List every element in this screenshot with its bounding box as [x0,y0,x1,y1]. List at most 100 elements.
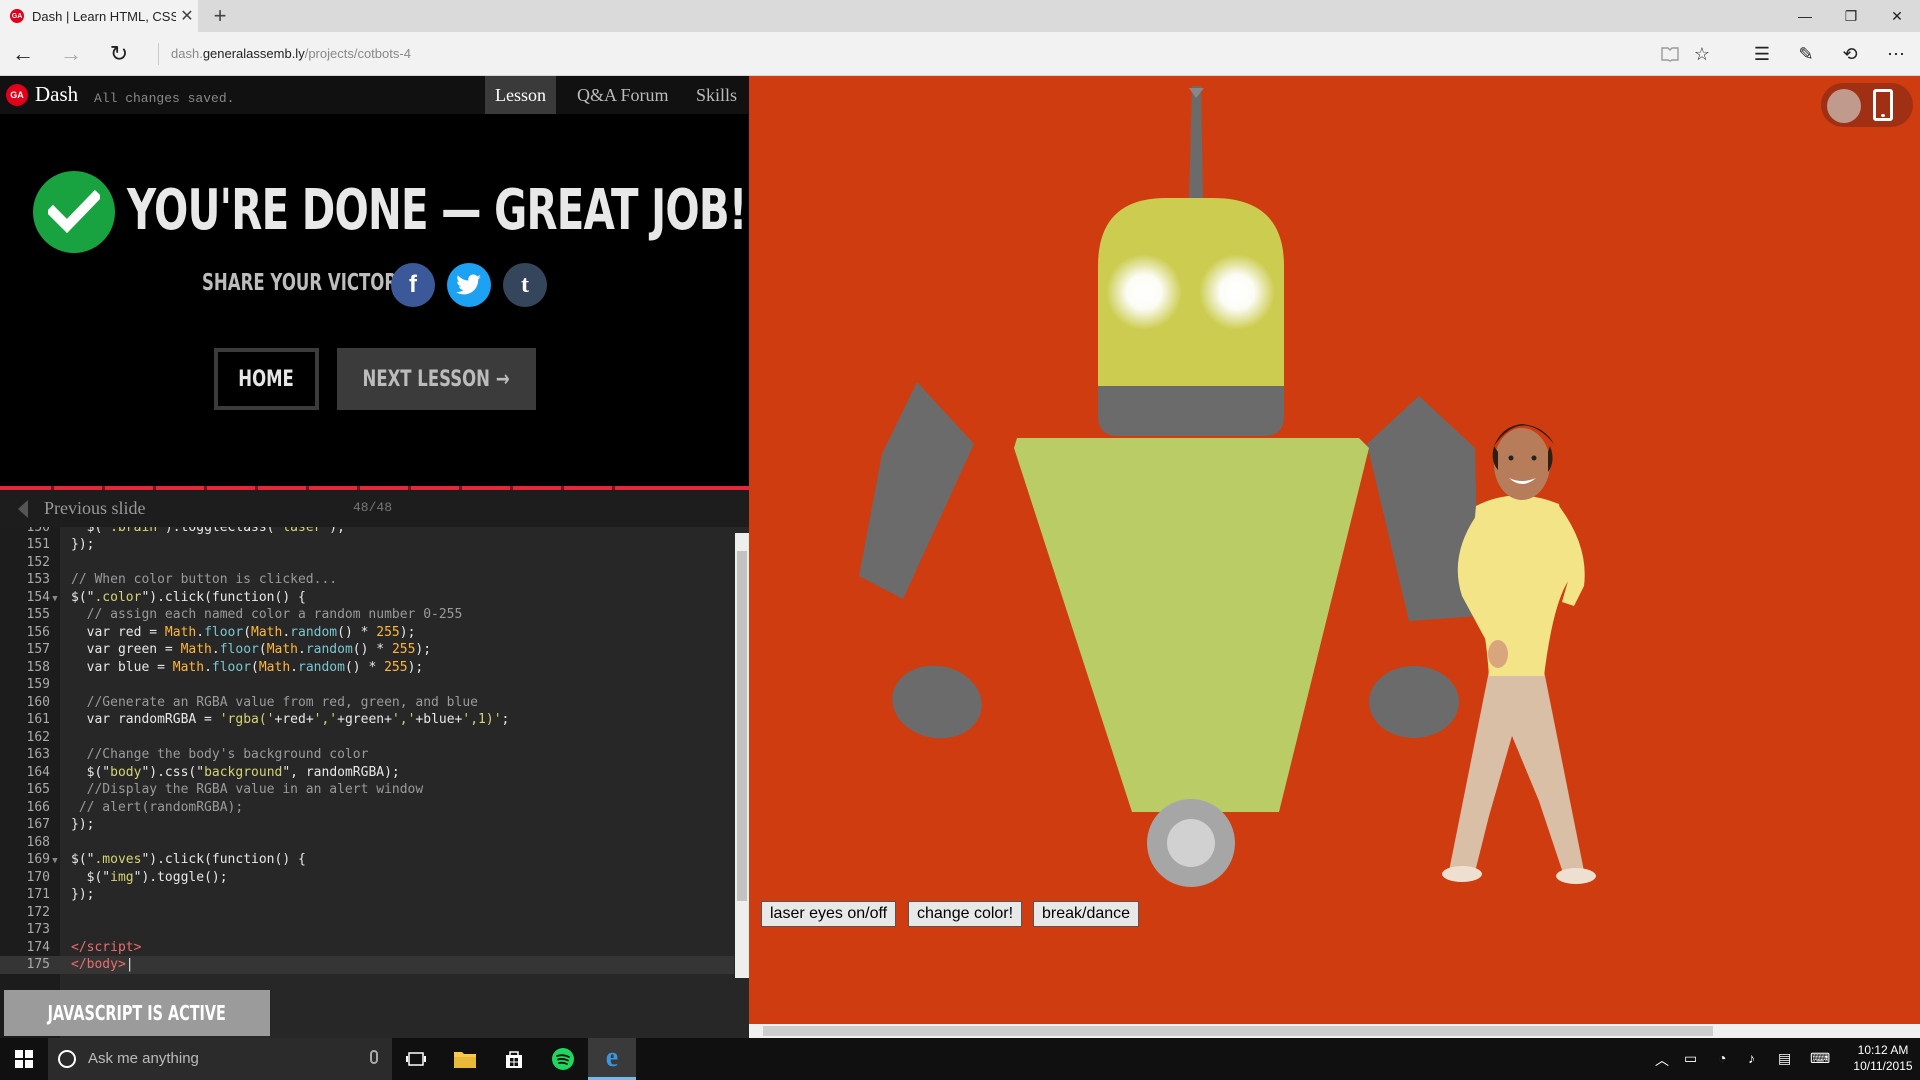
dash-header: GA Dash All changes saved. Lesson Q&A Fo… [0,76,749,114]
spotify-icon[interactable] [539,1038,587,1080]
tab-lesson[interactable]: Lesson [485,76,556,114]
code-line[interactable]: 152 [0,554,734,572]
home-button[interactable]: HOME [214,348,319,410]
next-lesson-button[interactable]: NEXT LESSON → [337,348,536,410]
code-line[interactable]: 164 $("body").css("background", randomRG… [0,764,734,782]
break-dance-button[interactable]: break/dance [1033,901,1140,927]
back-arrow-icon[interactable]: ← [8,40,38,68]
code-text: $("img").toggle(); [71,869,228,885]
share-label: SHARE YOUR VICTORY: [202,270,414,296]
code-line[interactable]: 169 ▼ $(".moves").click(function() { [0,851,734,869]
code-text: var randomRGBA = 'rgba('+red+','+green+'… [71,712,510,727]
code-line[interactable]: 161 var randomRGBA = 'rgba('+red+','+gre… [0,711,734,729]
new-tab-button[interactable]: + [206,2,234,30]
code-line[interactable]: 168 [0,834,734,852]
code-line[interactable]: 162 [0,729,734,747]
code-line[interactable]: 155 // assign each named color a random … [0,606,734,624]
code-line[interactable]: 154 ▼ $(".color").click(function() { [0,589,734,607]
code-line[interactable]: 170 $("img").toggle(); [0,869,734,887]
code-line[interactable]: 156 var red = Math.floor(Math.random() *… [0,624,734,642]
cortana-search-box[interactable]: Ask me anything [48,1038,392,1080]
laser-eyes-button[interactable]: laser eyes on/off [761,901,897,927]
code-text: //Generate an RGBA value from red, green… [86,694,478,710]
robot-illustration [859,86,1479,887]
start-windows-icon[interactable] [0,1038,48,1080]
code-text: // When color button is clicked... [71,572,338,587]
tab-skills[interactable]: Skills [686,76,747,114]
line-number: 157 [26,642,50,657]
code-line[interactable]: 163 //Change the body's background color [0,746,734,764]
app-name[interactable]: Dash [35,82,78,107]
change-color-button[interactable]: change color! [908,901,1023,927]
store-icon[interactable] [490,1038,538,1080]
code-line[interactable]: 173 [0,921,734,939]
task-view-icon[interactable] [392,1038,440,1080]
code-line[interactable]: 158 var blue = Math.floor(Math.random() … [0,659,734,677]
web-note-icon[interactable]: ✎ [1790,40,1822,68]
code-line[interactable]: 166 // alert(randomRGBA); [0,799,734,817]
clock-time: 10:12 AM [1857,1043,1909,1057]
code-line[interactable]: 159 [0,676,734,694]
microphone-icon[interactable] [370,1050,378,1064]
ga-logo[interactable]: GA [6,84,28,106]
previous-slide-link[interactable]: Previous slide [44,498,146,519]
action-center-icon[interactable]: ▤ [1778,1050,1791,1067]
save-status: All changes saved. [94,91,235,106]
code-line[interactable]: 172 [0,904,734,922]
favorite-star-icon[interactable]: ☆ [1686,40,1718,68]
code-text: var blue = Math.floor(Math.random() * 25… [71,659,424,675]
robot-body [1014,438,1369,812]
preview-scroll-thumb[interactable] [763,1026,1713,1036]
line-number: 164 [26,764,50,780]
editor-scroll-thumb[interactable] [737,551,747,901]
hub-icon[interactable]: ☰ [1746,40,1778,68]
code-line[interactable]: 157 var green = Math.floor(Math.random()… [0,641,734,659]
volume-icon[interactable]: ♪ [1748,1050,1755,1066]
more-menu-icon[interactable]: ⋯ [1880,40,1912,68]
file-explorer-icon[interactable] [441,1038,489,1080]
url-field[interactable]: dash.generalassemb.ly/projects/cotbots-4 [158,43,411,65]
facebook-share-icon[interactable]: f [391,263,435,307]
code-line[interactable]: 175 </body>| [0,956,734,974]
tumblr-share-icon[interactable]: t [503,263,547,307]
code-line[interactable]: 150 $(".brain").toggleClass("laser"); [0,527,734,536]
forward-arrow-icon[interactable]: → [56,40,86,68]
close-window-button[interactable]: ✕ [1874,0,1920,32]
javascript-active-badge[interactable]: JAVASCRIPT IS ACTIVE [4,990,270,1036]
show-hidden-icons[interactable]: ︿ [1655,1050,1669,1070]
checkmark-icon [33,171,115,253]
share-icon[interactable]: ⟲ [1834,40,1866,68]
restore-window-button[interactable]: ❐ [1828,0,1874,32]
preview-horizontal-scrollbar[interactable] [749,1024,1920,1038]
code-line[interactable]: 153 // When color button is clicked... [0,571,734,589]
tab-close-icon[interactable]: ✕ [176,6,198,26]
battery-icon[interactable]: ▭ [1684,1050,1697,1067]
line-number: 173 [26,922,50,937]
minimize-window-button[interactable]: — [1782,0,1828,32]
browser-tab[interactable]: GA Dash | Learn HTML, CSS ✕ [0,0,198,32]
system-clock[interactable]: 10:12 AM 10/11/2015 [1848,1042,1918,1074]
previous-arrow-icon[interactable] [18,500,28,518]
reading-view-icon[interactable] [1654,40,1686,68]
code-line[interactable]: 160 //Generate an RGBA value from red, g… [0,694,734,712]
code-editor[interactable]: 150 $(".brain").toggleClass("laser"); 151… [0,527,749,1056]
edge-browser-icon[interactable]: e [588,1038,636,1080]
next-lesson-label: NEXT LESSON → [362,366,511,392]
code-line[interactable]: 167}); [0,816,734,834]
line-number: 151 [26,537,50,552]
editor-scrollbar[interactable] [735,533,749,978]
keyboard-icon[interactable]: ⌨ [1810,1050,1830,1067]
tab-qa-forum[interactable]: Q&A Forum [567,76,679,114]
code-text: }); [71,887,95,902]
twitter-share-icon[interactable] [447,263,491,307]
refresh-icon[interactable]: ↻ [104,40,134,68]
code-line[interactable]: 174 </script> [0,939,734,957]
code-line[interactable]: 171}); [0,886,734,904]
code-line[interactable]: 151}); [0,536,734,554]
code-text: var red = Math.floor(Math.random() * 255… [71,624,416,640]
wifi-icon[interactable]: ◔ [1718,1050,1726,1066]
code-line[interactable]: 165 //Display the RGBA value in an alert… [0,781,734,799]
